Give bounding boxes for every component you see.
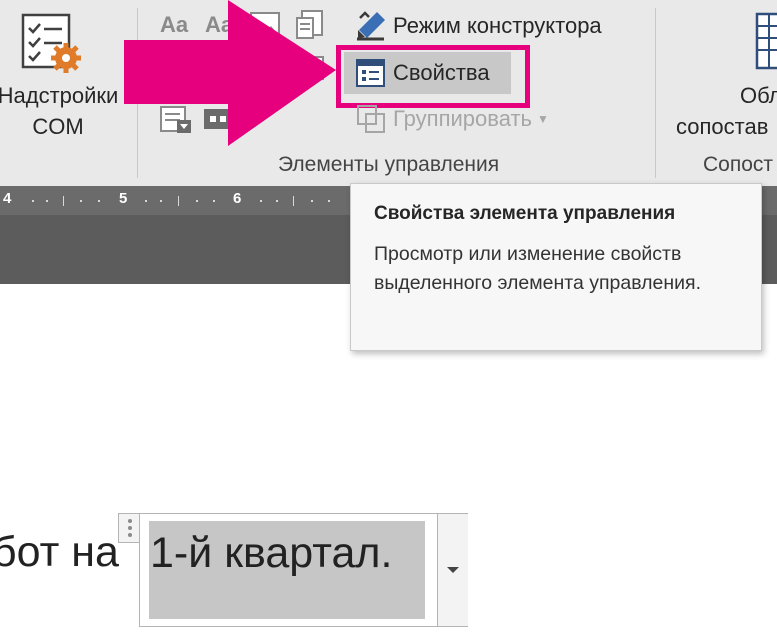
design-mode-label: Режим конструктора xyxy=(393,13,602,38)
content-control-handle[interactable] xyxy=(118,513,141,543)
xml-mapping-icon xyxy=(755,12,777,70)
ruler-dot xyxy=(32,200,34,202)
ruler-tick xyxy=(178,196,179,206)
ruler-dot xyxy=(213,200,215,202)
ruler-dot xyxy=(98,200,100,202)
ruler-number: 6 xyxy=(233,190,242,207)
content-control-value[interactable]: 1-й квартал. xyxy=(150,523,392,583)
mapping-pane-label-line2: сопостав xyxy=(676,114,769,139)
ruler-dot xyxy=(311,200,313,202)
ruler-dot xyxy=(196,200,198,202)
tooltip-body: Просмотр или изменение свойств выделенно… xyxy=(374,243,702,294)
tooltip-title: Свойства элемента управления xyxy=(374,203,676,224)
com-addins-label-line1: Надстройки xyxy=(0,83,119,108)
ruler-tick xyxy=(63,196,64,206)
dropdown-content-control[interactable]: 1-й квартал. xyxy=(139,513,468,627)
ruler-dot xyxy=(260,200,262,202)
ruler-dot xyxy=(80,200,82,202)
properties-tooltip: Свойства элемента управления Просмотр ил… xyxy=(350,183,762,351)
design-mode-button[interactable]: Режим конструктора xyxy=(355,6,602,46)
drag-handle-icon xyxy=(128,519,132,537)
ruler-dot xyxy=(160,200,162,202)
controls-group-label: Элементы управления xyxy=(278,153,500,176)
ribbon: Надстройки COM Aa Aa Режим конструктора … xyxy=(0,0,777,186)
ruler-dot xyxy=(276,200,278,202)
group-label: Группировать xyxy=(393,106,532,131)
mapping-pane-label-line1: Обл xyxy=(740,83,777,108)
group-dropdown-arrow-icon: ▼ xyxy=(536,112,549,126)
mapping-pane-button[interactable]: Обл сопостав xyxy=(660,0,777,150)
pointer-arrow-icon xyxy=(124,0,336,146)
group-icon xyxy=(357,105,385,133)
ruler-number: 4 xyxy=(3,190,12,207)
ruler-tick xyxy=(293,196,294,206)
ribbon-divider xyxy=(655,8,656,178)
com-addins-button[interactable]: Надстройки COM xyxy=(0,0,120,150)
document-text[interactable]: бот на xyxy=(0,522,119,582)
ruler-number: 5 xyxy=(119,190,128,207)
checklist-gear-icon xyxy=(21,13,81,73)
mapping-group-label: Сопост xyxy=(703,153,774,176)
design-mode-icon xyxy=(357,11,385,41)
group-button[interactable]: Группировать ▼ xyxy=(355,99,549,139)
ruler-dot xyxy=(46,200,48,202)
content-control-dropdown-button[interactable] xyxy=(437,514,468,626)
ruler-dot xyxy=(328,200,330,202)
ruler-dot xyxy=(145,200,147,202)
chevron-down-icon xyxy=(447,567,459,573)
com-addins-label-line2: COM xyxy=(32,114,84,139)
